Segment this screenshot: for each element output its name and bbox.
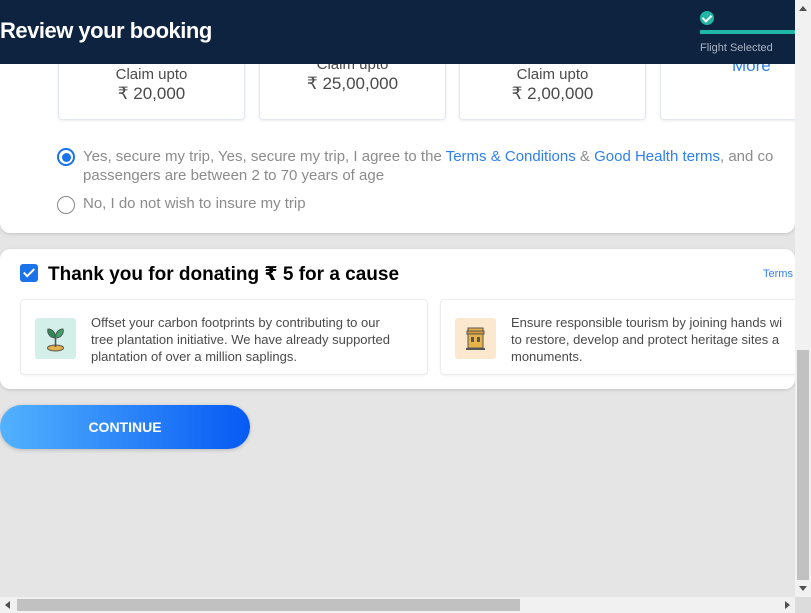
vertical-scroll-thumb[interactable] xyxy=(797,350,809,580)
insure-yes-radio[interactable] xyxy=(57,148,75,166)
claim-label: Claim upto xyxy=(115,66,188,83)
plant-sapling-icon xyxy=(35,318,76,359)
scroll-right-arrow-icon[interactable] xyxy=(785,601,790,609)
horizontal-scrollbar[interactable] xyxy=(0,597,795,613)
check-circle-icon xyxy=(700,11,714,25)
insurance-card: Claim upto ₹ 20,000 Claim upto ₹ 25,00,0… xyxy=(0,40,795,233)
heritage-monument-icon xyxy=(455,318,496,359)
progress-bar xyxy=(700,30,795,34)
cause-tile-plantation[interactable]: Offset your carbon footprints by contrib… xyxy=(20,299,428,375)
donation-terms-link[interactable]: Terms xyxy=(763,268,793,280)
terms-conditions-link[interactable]: Terms & Conditions xyxy=(446,148,576,165)
scroll-up-arrow-icon[interactable] xyxy=(799,6,807,11)
donation-checkbox[interactable] xyxy=(20,264,38,282)
top-header: Review your booking Flight Selected xyxy=(0,0,795,64)
scrollbar-corner xyxy=(795,597,811,613)
insure-yes-suffix: , and co xyxy=(719,148,774,165)
good-health-terms-link[interactable]: Good Health terms xyxy=(594,148,720,165)
continue-button[interactable]: CONTINUE xyxy=(0,405,250,449)
cause-text-heritage: Ensure responsible tourism by joining ha… xyxy=(511,315,782,364)
scroll-left-arrow-icon[interactable] xyxy=(5,601,10,609)
insure-yes-line2: passengers are between 2 to 70 years of … xyxy=(83,167,385,184)
insure-no-label[interactable]: No, I do not wish to insure my trip xyxy=(83,195,306,212)
horizontal-scroll-thumb[interactable] xyxy=(17,599,520,611)
cause-text-plantation: Offset your carbon footprints by contrib… xyxy=(91,315,390,364)
scroll-down-arrow-icon[interactable] xyxy=(799,586,807,591)
claim-amount: ₹ 25,00,000 xyxy=(306,74,399,93)
claim-amount: ₹ 2,00,000 xyxy=(511,84,594,103)
claim-label: Claim upto xyxy=(516,66,589,83)
page-viewport: Claim upto ₹ 20,000 Claim upto ₹ 25,00,0… xyxy=(0,0,795,597)
insure-yes-prefix: Yes, secure my trip, Yes, secure my trip… xyxy=(83,148,446,165)
donation-card: Thank you for donating ₹ 5 for a cause T… xyxy=(0,249,795,389)
page-title: Review your booking xyxy=(0,18,212,43)
cause-tile-heritage[interactable]: Ensure responsible tourism by joining ha… xyxy=(440,299,795,375)
progress-step-label: Flight Selected xyxy=(700,42,773,54)
joiner-text: & xyxy=(575,148,595,165)
donation-title: Thank you for donating ₹ 5 for a cause xyxy=(48,264,400,285)
insure-no-radio[interactable] xyxy=(57,196,75,214)
claim-amount: ₹ 20,000 xyxy=(117,84,186,103)
insure-yes-label: Yes, secure my trip, Yes, secure my trip… xyxy=(83,147,795,167)
vertical-scrollbar[interactable] xyxy=(795,0,811,597)
